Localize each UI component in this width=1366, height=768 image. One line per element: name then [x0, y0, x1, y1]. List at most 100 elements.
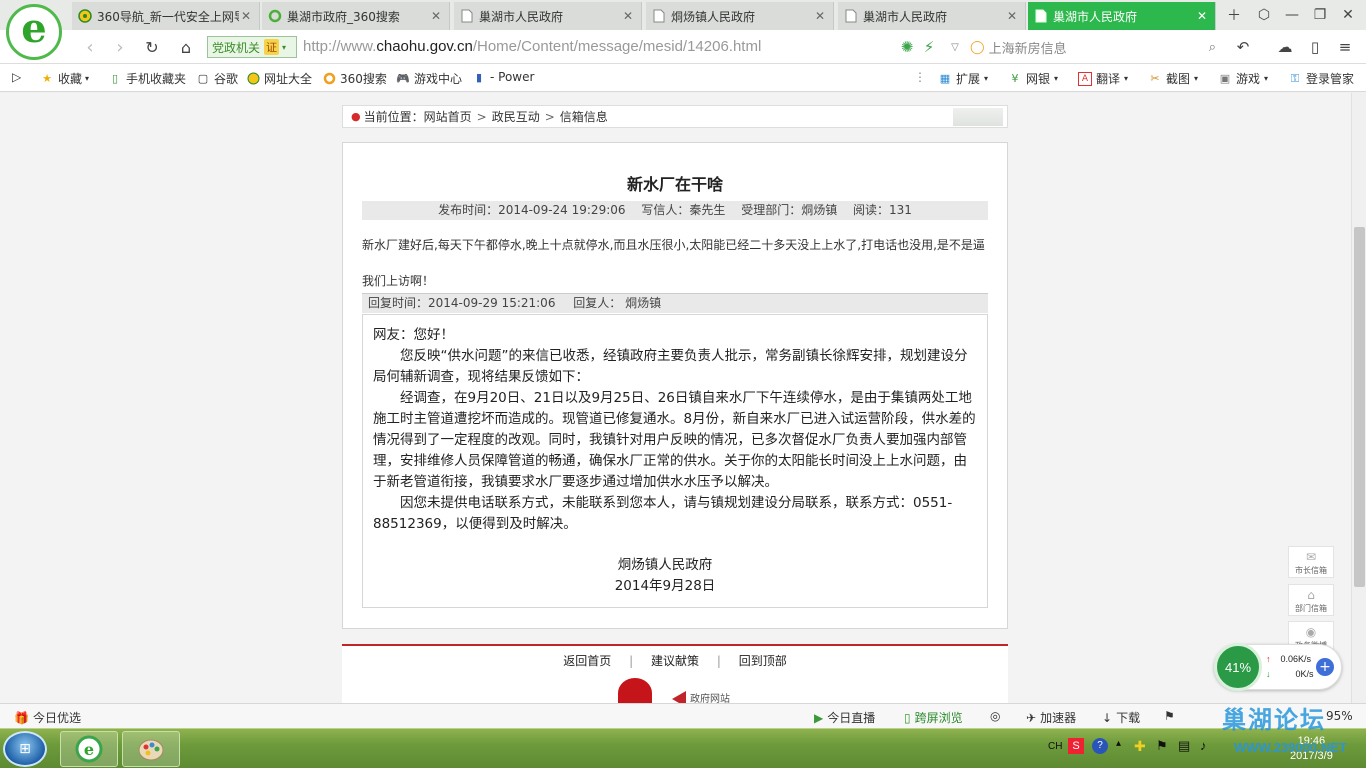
chevron-down-icon: ▾ [984, 74, 989, 83]
magnifier-icon[interactable]: ⌕ [1209, 40, 1216, 55]
menu-icon[interactable]: ≡ [1334, 36, 1356, 58]
security-shield-icon[interactable]: ✺ [896, 36, 918, 58]
scrollbar-thumb[interactable] [1354, 227, 1365, 587]
tab-360-nav[interactable]: 360导航_新一代安全上网导航 ✕ [72, 2, 260, 30]
page-icon [844, 9, 858, 23]
bookmark-power[interactable]: ▮ - Power [472, 70, 534, 84]
sidebar-toggle-icon[interactable]: ▷ [12, 70, 21, 84]
close-icon[interactable]: ✕ [1005, 9, 1019, 23]
bank-icon: ¥ [1011, 72, 1019, 85]
new-tab-icon[interactable]: ＋ [1220, 2, 1248, 28]
refresh-icon[interactable]: ↻ [140, 35, 164, 59]
volume-icon[interactable]: ♪ [1200, 738, 1207, 753]
ext-translate[interactable]: A 翻译 ▾ [1078, 70, 1128, 87]
tab-chaohu-gov-1[interactable]: 巢湖市人民政府 ✕ [454, 2, 642, 30]
tab-chaohu-gov-active[interactable]: 巢湖市人民政府 ✕ [1028, 2, 1216, 30]
bookmark-games[interactable]: 🎮 游戏中心 [396, 70, 462, 87]
home-icon[interactable]: ⌂ [174, 35, 198, 59]
accelerator-button[interactable]: ✈ 加速器 [1026, 709, 1076, 726]
flag-icon[interactable]: ⚑ [1156, 738, 1168, 754]
cloud-icon[interactable]: ☁ [1274, 36, 1296, 58]
ext-expand[interactable]: ▦ 扩展 ▾ [938, 70, 988, 87]
back-icon[interactable]: ‹ [78, 35, 102, 59]
download-button[interactable]: ↓ 下载 [1102, 709, 1140, 726]
mayor-mailbox-widget[interactable]: ✉ 市长信箱 [1288, 546, 1334, 578]
bookmark-sites[interactable]: 网址大全 [246, 70, 312, 87]
taskbar-360-browser[interactable]: e [60, 731, 118, 767]
gov-cert-badge[interactable]: 党政机关 证 ▾ [207, 36, 297, 58]
today-picks[interactable]: 🎁 今日优选 [14, 709, 81, 726]
360-search-icon: ◯ [970, 39, 985, 55]
network-icon[interactable]: ▤ [1178, 738, 1190, 754]
breadcrumb-mailbox[interactable]: 信箱信息 [560, 108, 608, 125]
tab-tongyang-gov[interactable]: 烔炀镇人民政府 ✕ [646, 2, 834, 30]
ext-screenshot[interactable]: ✂ 截图 ▾ [1148, 70, 1198, 87]
taskbar-paint[interactable] [122, 731, 180, 767]
tab-360-search[interactable]: 巢湖市政府_360搜索 ✕ [262, 2, 450, 30]
speed-percent[interactable]: 41% [1214, 643, 1262, 691]
ext-label: 网银 [1026, 72, 1051, 86]
ext-game[interactable]: ▣ 游戏 ▾ [1218, 70, 1268, 87]
close-icon[interactable]: ✕ [621, 9, 635, 23]
page-icon [460, 9, 474, 23]
close-icon[interactable]: ✕ [813, 9, 827, 23]
undo-icon[interactable]: ↶ [1232, 36, 1254, 58]
flag-icon[interactable]: ⚑ [1164, 709, 1175, 723]
bookmark-360search[interactable]: 360搜索 [322, 70, 387, 87]
address-bar: ‹ › ↻ ⌂ 党政机关 证 ▾ http://www.chaohu.gov.c… [0, 30, 1366, 64]
breadcrumb-interaction[interactable]: 政民互动 [492, 108, 540, 125]
chevron-up-icon[interactable]: ▴ [1116, 738, 1121, 749]
skin-icon[interactable]: ⬡ [1250, 2, 1278, 28]
input-language[interactable]: CH [1048, 741, 1062, 752]
close-window-icon[interactable]: ✕ [1334, 2, 1362, 28]
bookmark-mobile[interactable]: ▯ 手机收藏夹 [108, 70, 186, 87]
minimize-icon[interactable]: — [1278, 2, 1306, 28]
tab-chaohu-gov-2[interactable]: 巢湖市人民政府 ✕ [838, 2, 1026, 30]
lightning-icon[interactable]: ⚡ [918, 36, 940, 58]
close-icon[interactable]: ✕ [1195, 9, 1209, 23]
url-field[interactable]: http://www.chaohu.gov.cn/Home/Content/me… [303, 38, 761, 55]
dept-mailbox-widget[interactable]: ⌂ 部门信箱 [1288, 584, 1334, 616]
360-search-icon [268, 9, 282, 23]
search-input[interactable]: ◯ 上海新房信息 ⌕ [970, 36, 1218, 58]
restore-icon[interactable]: ❐ [1306, 2, 1334, 28]
grid-icon: ▦ [939, 72, 951, 85]
chevron-down-icon: ▾ [1054, 74, 1059, 83]
footer-link-suggest[interactable]: 建议献策 [651, 654, 699, 668]
tab-label: 烔炀镇人民政府 [671, 9, 756, 24]
phone-icon: ▯ [111, 72, 119, 85]
sogou-input-icon[interactable]: S [1068, 738, 1084, 754]
zoom-level[interactable]: 95% [1326, 709, 1353, 723]
bookmark-google[interactable]: ▢ 谷歌 [196, 70, 238, 87]
system-clock[interactable]: 19:46 2017/3/9 [1290, 734, 1333, 764]
windows-start-icon[interactable]: ⊞ [3, 731, 47, 767]
vertical-scrollbar[interactable] [1351, 93, 1366, 703]
forward-icon[interactable]: › [108, 35, 132, 59]
gov-site-logo[interactable]: 政府网站 [672, 690, 762, 703]
ext-bank[interactable]: ¥ 网银 ▾ [1008, 70, 1059, 87]
reply-paragraph: 因您未提供电话联系方式，未能联系到您本人，请与镇规划建设分局联系，联系方式：05… [373, 495, 953, 532]
footer-link-top[interactable]: 回到顶部 [739, 654, 787, 668]
help-icon[interactable]: ? [1092, 738, 1108, 754]
ext-login-manager[interactable]: ⚿ 登录管家 [1288, 70, 1354, 87]
chevron-down-icon[interactable]: ▽ [944, 36, 966, 58]
live-button[interactable]: ▶ 今日直播 [814, 709, 875, 726]
mail-icon: ✉ [1305, 550, 1317, 564]
360-guard-icon[interactable]: ✚ [1134, 738, 1146, 755]
download-speed: ↓ 0K/s [1266, 669, 1314, 679]
bookmark-favorites[interactable]: ★ 收藏 ▾ [40, 70, 89, 87]
breadcrumb-home[interactable]: 网站首页 [424, 108, 472, 125]
footer-link-home[interactable]: 返回首页 [563, 654, 611, 668]
speed-plus-icon[interactable]: + [1316, 658, 1334, 676]
status-bar: 🎁 今日优选 ▶ 今日直播 ▯ 跨屏浏览 ◎ ✈ 加速器 ↓ 下载 ⚑ 95% [0, 703, 1366, 728]
more-icon[interactable]: ⋮ [914, 70, 926, 84]
reply-paragraph: 经调查，在9月20日、21日以及9月25日、26日镇自来水厂下午连续停水，是由于… [373, 390, 976, 490]
browser-mode-icon[interactable]: ◎ [990, 709, 1000, 723]
widget-label: 市长信箱 [1295, 566, 1327, 575]
close-icon[interactable]: ✕ [239, 9, 253, 23]
department: 受理部门：烔炀镇 [741, 203, 838, 217]
cross-screen-button[interactable]: ▯ 跨屏浏览 [904, 709, 963, 726]
tab-label: 360导航_新一代安全上网导航 [97, 9, 239, 24]
phone-icon[interactable]: ▯ [1304, 36, 1326, 58]
close-icon[interactable]: ✕ [429, 9, 443, 23]
